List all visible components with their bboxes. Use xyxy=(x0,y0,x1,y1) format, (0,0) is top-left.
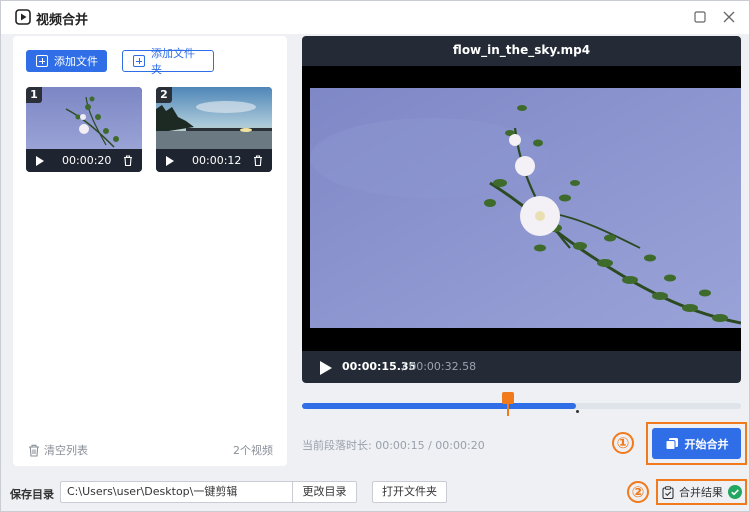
total-time: / 00:00:32.58 xyxy=(402,360,477,373)
clip-thumbnail[interactable]: 1 00:00:20 xyxy=(26,87,142,172)
play-icon[interactable] xyxy=(166,156,174,166)
video-count: 2个视频 xyxy=(233,444,273,457)
close-icon[interactable] xyxy=(722,10,736,24)
play-icon[interactable] xyxy=(36,156,44,166)
video-player: flow_in_the_sky.mp4 00:00:15.35 / 00:00:… xyxy=(302,36,741,383)
step-1-marker: ① xyxy=(612,432,634,454)
maximize-icon[interactable] xyxy=(693,10,707,24)
start-merge-label: 开始合并 xyxy=(684,437,729,451)
clip-index: 1 xyxy=(26,87,42,103)
clipboard-check-icon xyxy=(662,485,674,499)
open-folder-button[interactable]: 打开文件夹 xyxy=(372,481,447,503)
video-app-icon xyxy=(15,9,31,25)
save-directory-label: 保存目录 xyxy=(10,488,54,501)
clip-controls: 00:00:20 xyxy=(26,149,142,172)
clip-preview-image xyxy=(156,87,272,149)
step-2-marker: ② xyxy=(627,481,649,503)
clip-thumbnail[interactable]: 2 00:00:12 xyxy=(156,87,272,172)
add-folder-button[interactable]: 添加文件夹 xyxy=(122,47,214,76)
add-file-icon xyxy=(36,55,48,67)
video-frame-image xyxy=(310,88,741,328)
playhead-stem xyxy=(507,402,509,416)
add-folder-label: 添加文件夹 xyxy=(151,47,195,76)
clip-duration: 00:00:20 xyxy=(62,154,112,167)
clip-duration: 00:00:12 xyxy=(192,154,242,167)
trash-icon xyxy=(29,444,39,457)
change-directory-button[interactable]: 更改目录 xyxy=(292,481,357,503)
clip-list-panel: 添加文件 添加文件夹 1 00:00:20 2 00:00:12 清空列表 2个… xyxy=(13,36,287,466)
add-file-label: 添加文件 xyxy=(54,55,98,68)
play-icon[interactable] xyxy=(320,361,332,375)
clip-preview-image xyxy=(26,87,142,149)
delete-icon[interactable] xyxy=(253,155,263,166)
success-check-icon xyxy=(728,485,742,499)
timeline-track[interactable] xyxy=(302,403,741,409)
window-title: 视频合并 xyxy=(36,13,89,28)
clear-list-label: 清空列表 xyxy=(44,444,88,457)
video-merge-window: 视频合并 添加文件 添加文件夹 1 00:00:20 2 00:00:12 清空… xyxy=(0,0,750,512)
clip-controls: 00:00:12 xyxy=(156,149,272,172)
add-folder-icon xyxy=(133,55,145,67)
start-merge-button[interactable]: 开始合并 xyxy=(652,428,741,459)
video-filename: flow_in_the_sky.mp4 xyxy=(452,43,591,57)
segment-duration-info: 当前段落时长: 00:00:15 / 00:00:20 xyxy=(302,439,485,452)
merge-result-label: 合并结果 xyxy=(679,486,723,499)
merge-icon xyxy=(665,438,678,450)
timeline-progress xyxy=(302,403,577,409)
clear-list-button[interactable]: 清空列表 xyxy=(28,442,88,458)
player-controls: 00:00:15.35 / 00:00:32.58 xyxy=(302,351,741,383)
add-file-button[interactable]: 添加文件 xyxy=(26,50,107,72)
delete-icon[interactable] xyxy=(123,155,133,166)
save-path-field[interactable]: C:\Users\user\Desktop\一键剪辑 xyxy=(60,481,292,503)
title-bar: 视频合并 xyxy=(1,1,749,34)
segment-marker xyxy=(576,410,579,413)
video-viewport[interactable] xyxy=(302,66,741,351)
playhead-handle[interactable] xyxy=(502,392,514,404)
merge-result-button[interactable]: 合并结果 xyxy=(662,483,742,501)
clip-index: 2 xyxy=(156,87,172,103)
